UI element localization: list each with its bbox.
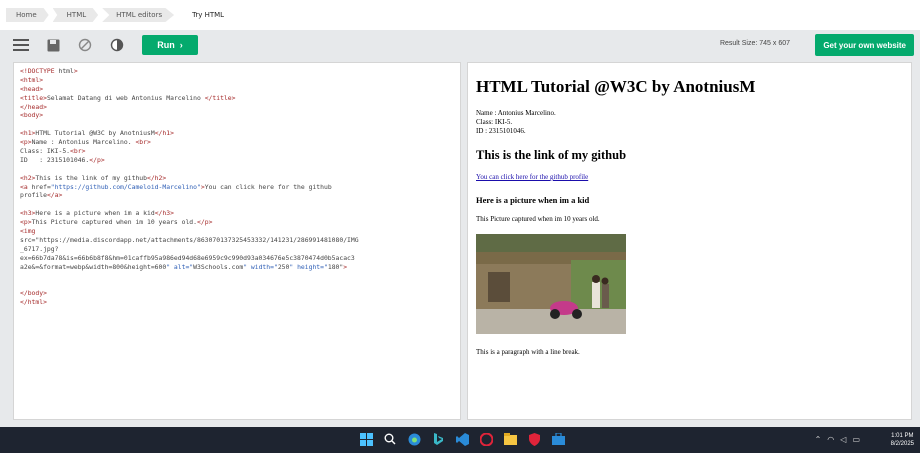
code-line: <h2>This is the link of my github</h2> bbox=[20, 173, 167, 182]
result-heading-1: HTML Tutorial @W3C by AnotniusM bbox=[476, 77, 756, 96]
breadcrumb: Home HTML HTML editors Try HTML bbox=[0, 0, 920, 30]
code-line: profile</a> bbox=[20, 191, 63, 200]
code-line: _6717.jpg? bbox=[20, 244, 59, 253]
code-line: ex=66b7da78&is=66b6b8f8&hm=01caffb95a986… bbox=[20, 253, 355, 262]
search-icon[interactable] bbox=[382, 431, 398, 447]
bing-icon[interactable] bbox=[430, 431, 446, 447]
vscode-icon[interactable] bbox=[454, 431, 470, 447]
chevron-right-icon: › bbox=[179, 40, 183, 50]
system-tray: ⌃ ◠ ◁ ▭ bbox=[815, 435, 860, 444]
github-link[interactable]: You can click here for the github profil… bbox=[476, 173, 903, 181]
result-heading-2: This is the link of my github bbox=[476, 148, 627, 162]
result-heading-3: Here is a picture when im a kid bbox=[476, 195, 590, 205]
code-line: src="https://media.discordapp.net/attach… bbox=[20, 235, 359, 244]
clock-date: 8/2/2025 bbox=[890, 441, 914, 447]
code-line: Class: IKI-5.<br> bbox=[20, 147, 86, 156]
chevron-up-icon[interactable]: ⌃ bbox=[815, 435, 822, 444]
result-caption: This Picture captured when im 10 years o… bbox=[476, 215, 600, 223]
run-button-label: Run bbox=[157, 40, 175, 50]
breadcrumb-html[interactable]: HTML bbox=[52, 8, 99, 22]
menu-icon[interactable] bbox=[10, 34, 32, 56]
kid-photo bbox=[476, 234, 626, 334]
code-line: </head> bbox=[20, 102, 47, 111]
code-editor[interactable]: <!DOCTYPE html> <html> <head> <title>Selama… bbox=[13, 62, 461, 420]
result-panel: HTML Tutorial @W3C by AnotniusM Name : A… bbox=[467, 62, 912, 420]
code-line: ID : 2315101046.</p> bbox=[20, 155, 105, 164]
code-line: a2e&=&format=webp&width=800&height=600" … bbox=[20, 262, 348, 271]
store-icon[interactable] bbox=[550, 431, 566, 447]
shield-icon[interactable] bbox=[526, 431, 542, 447]
breadcrumb-try-html[interactable]: Try HTML bbox=[178, 8, 237, 22]
opera-icon[interactable] bbox=[478, 431, 494, 447]
code-line: <a href="https://github.com/Cameloid-Mar… bbox=[20, 182, 332, 191]
breadcrumb-html-editors[interactable]: HTML editors bbox=[102, 8, 175, 22]
result-id-line: ID : 2315101046. bbox=[476, 127, 526, 135]
result-name-line: Name : Antonius Marcelino. bbox=[476, 109, 556, 117]
breadcrumb-home[interactable]: Home bbox=[6, 8, 49, 22]
get-your-own-website-button[interactable]: Get your own website bbox=[815, 34, 914, 56]
windows-start-icon[interactable] bbox=[358, 431, 374, 447]
save-icon[interactable] bbox=[42, 34, 64, 56]
rotate-icon[interactable] bbox=[74, 34, 96, 56]
taskbar-apps bbox=[358, 431, 566, 447]
taskbar: ⌃ ◠ ◁ ▭ 1:01 PM 8/2/2025 bbox=[0, 427, 920, 453]
edge-browser-icon[interactable] bbox=[406, 431, 422, 447]
clock-time: 1:01 PM bbox=[891, 433, 914, 439]
code-line: <body> bbox=[20, 111, 44, 120]
volume-icon[interactable]: ◁ bbox=[840, 435, 846, 444]
code-line: <img bbox=[20, 227, 36, 236]
clock[interactable]: 1:01 PM 8/2/2025 bbox=[891, 432, 914, 448]
code-line: <h1>HTML Tutorial @W3C by AnotniusM</h1> bbox=[20, 129, 174, 138]
theme-toggle-icon[interactable] bbox=[106, 34, 128, 56]
code-line: <head> bbox=[20, 84, 44, 93]
code-line: <h3>Here is a picture when im a kid</h3> bbox=[20, 209, 174, 218]
result-size: Result Size: 745 x 607 bbox=[719, 40, 790, 47]
code-line: </body> bbox=[20, 289, 47, 298]
code-line: </html> bbox=[20, 298, 47, 307]
file-explorer-icon[interactable] bbox=[502, 431, 518, 447]
run-button[interactable]: Run › bbox=[142, 35, 198, 55]
result-last-paragraph: This is a paragraph with a line break. bbox=[476, 348, 580, 356]
wifi-icon[interactable]: ◠ bbox=[827, 435, 834, 444]
battery-icon[interactable]: ▭ bbox=[852, 435, 860, 444]
toolbar: Run › Result Size: 745 x 607 Get your ow… bbox=[0, 30, 920, 60]
code-line: <!DOCTYPE html> bbox=[20, 67, 78, 75]
code-line: <p>This Picture captured when im 10 year… bbox=[20, 218, 213, 227]
code-line: <title>Selamat Datang di web Antonius Ma… bbox=[20, 93, 236, 102]
code-line: <p>Name : Antonius Marcelino. <br> bbox=[20, 138, 151, 147]
result-class-line: Class: IKI-5. bbox=[476, 118, 513, 126]
code-line: <html> bbox=[20, 75, 44, 84]
